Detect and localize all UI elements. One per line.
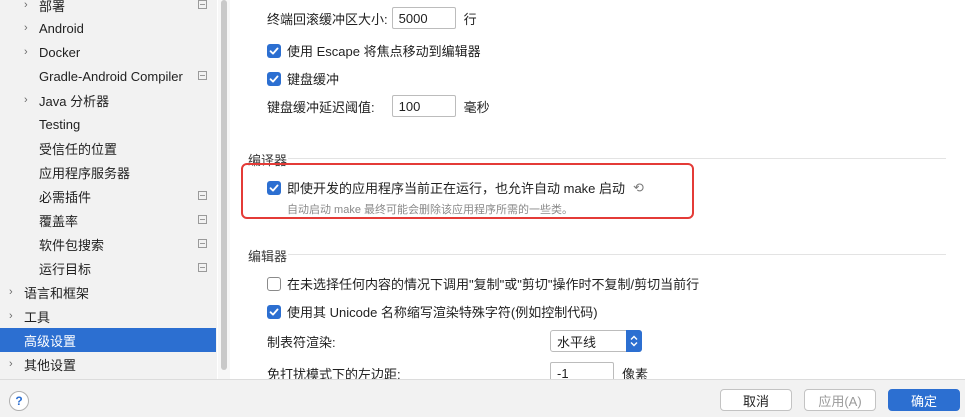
keyboard-buffer-label: 键盘缓冲: [287, 72, 340, 87]
ok-button[interactable]: 确定: [888, 389, 960, 411]
chevron-right-icon[interactable]: ›: [9, 359, 19, 370]
copy-cut-label: 在未选择任何内容的情况下调用"复制"或"剪切"操作时不复制/剪切当前行: [287, 277, 700, 292]
tab-render-row: 制表符渲染: 水平线: [267, 330, 642, 352]
sidebar-item-label: Android: [39, 20, 84, 36]
keyboard-buffer-checkbox[interactable]: [267, 71, 281, 86]
checkmark-icon: [269, 47, 279, 54]
distraction-free-unit: 像素: [622, 366, 649, 380]
section-divider: [288, 158, 946, 159]
project-settings-icon: [198, 71, 207, 80]
terminal-scroll-buffer-label: 终端回滚缓冲区大小:: [267, 11, 388, 27]
project-settings-icon: [198, 215, 207, 224]
sidebar-item-label: Testing: [39, 116, 81, 132]
keyboard-delay-unit: 毫秒: [463, 99, 490, 115]
sidebar-item-docker[interactable]: › Docker: [0, 40, 216, 64]
sidebar-item-label: 部署: [39, 0, 66, 14]
sidebar-item-label: 高级设置: [24, 333, 77, 349]
sidebar-item-coverage[interactable]: 覆盖率: [0, 208, 216, 232]
distraction-free-row: 免打扰模式下的左边距: 像素: [267, 362, 648, 379]
sidebar-item-label: 其他设置: [24, 357, 77, 373]
help-icon[interactable]: ?: [9, 391, 29, 411]
sidebar-item-label: 软件包搜索: [39, 237, 105, 253]
sidebar-item-other-settings[interactable]: › 其他设置: [0, 352, 216, 376]
sidebar-item-java-profiler[interactable]: › Java 分析器: [0, 88, 216, 112]
section-divider: [288, 254, 946, 255]
distraction-free-label: 免打扰模式下的左边距:: [267, 366, 401, 380]
editor-section-title: 编辑器: [248, 249, 288, 264]
terminal-scroll-buffer-unit: 行: [463, 11, 477, 27]
distraction-free-input[interactable]: [550, 362, 614, 379]
sidebar-item-label: 受信任的位置: [39, 141, 118, 157]
terminal-scroll-buffer-input[interactable]: [391, 7, 456, 29]
sidebar-item-label: 必需插件: [39, 189, 92, 205]
unicode-row[interactable]: 使用其 Unicode 名称缩写渲染特殊字符(例如控制代码): [267, 302, 598, 321]
escape-focus-row[interactable]: 使用 Escape 将焦点移动到编辑器: [267, 41, 481, 60]
tab-render-value: 水平线: [557, 334, 597, 350]
apply-button[interactable]: 应用(A): [804, 389, 876, 411]
select-arrows-icon[interactable]: [626, 330, 642, 352]
escape-focus-checkbox[interactable]: [267, 43, 281, 58]
sidebar-item-label: 工具: [24, 309, 51, 325]
chevron-right-icon[interactable]: ›: [24, 95, 34, 106]
sidebar-item-label: 应用程序服务器: [39, 165, 131, 181]
chevron-right-icon[interactable]: ›: [9, 287, 19, 298]
escape-focus-label: 使用 Escape 将焦点移动到编辑器: [287, 44, 481, 59]
sidebar-item-testing[interactable]: Testing: [0, 112, 216, 136]
chevron-right-icon[interactable]: ›: [9, 311, 19, 322]
sidebar-item-label: Gradle-Android Compiler: [39, 68, 183, 84]
sidebar-scroll-thumb[interactable]: [221, 0, 227, 370]
project-settings-icon: [198, 0, 207, 9]
sidebar-item-required-plugins[interactable]: 必需插件: [0, 184, 216, 208]
tab-render-label: 制表符渲染:: [267, 334, 336, 350]
keyboard-delay-row: 键盘缓冲延迟阈值: 毫秒: [267, 95, 490, 117]
sidebar-item-gradle-android-compiler[interactable]: Gradle-Android Compiler: [0, 64, 216, 88]
checkmark-icon: [269, 308, 279, 315]
sidebar-item-label: 覆盖率: [39, 213, 79, 229]
keyboard-buffer-row[interactable]: 键盘缓冲: [267, 69, 339, 88]
sidebar-item-label: Java 分析器: [39, 93, 110, 109]
sidebar-item-advanced-settings[interactable]: 高级设置: [0, 328, 216, 352]
unicode-checkbox[interactable]: [267, 304, 281, 319]
sidebar-item-app-servers[interactable]: 应用程序服务器: [0, 160, 216, 184]
copy-cut-checkbox[interactable]: [267, 276, 281, 291]
chevron-right-icon[interactable]: ›: [24, 0, 34, 11]
unicode-label: 使用其 Unicode 名称缩写渲染特殊字符(例如控制代码): [287, 305, 598, 320]
settings-sidebar: › 部署 › Android › Docker Gradle-Android C…: [0, 0, 217, 379]
highlight-annotation: [241, 163, 694, 219]
sidebar-item-android[interactable]: › Android: [0, 16, 216, 40]
sidebar-item-tools[interactable]: › 工具: [0, 304, 216, 328]
sidebar-item-languages-frameworks[interactable]: › 语言和框架: [0, 280, 216, 304]
project-settings-icon: [198, 239, 207, 248]
keyboard-delay-label: 键盘缓冲延迟阈值:: [267, 99, 375, 115]
sidebar-item-label: 运行目标: [39, 261, 92, 277]
terminal-scroll-buffer-row: 终端回滚缓冲区大小: 行: [267, 7, 477, 29]
sidebar-item-trusted-locations[interactable]: 受信任的位置: [0, 136, 216, 160]
sidebar-item-deploy[interactable]: › 部署: [0, 0, 216, 17]
dialog-footer: ? 取消 应用(A) 确定: [0, 379, 965, 417]
project-settings-icon: [198, 191, 207, 200]
chevron-right-icon[interactable]: ›: [24, 47, 34, 58]
sidebar-item-run-targets[interactable]: 运行目标: [0, 256, 216, 280]
checkmark-icon: [269, 75, 279, 82]
sidebar-item-package-search[interactable]: 软件包搜索: [0, 232, 216, 256]
cancel-button[interactable]: 取消: [720, 389, 792, 411]
chevron-right-icon[interactable]: ›: [24, 23, 34, 34]
sidebar-item-label: Docker: [39, 44, 81, 60]
copy-cut-row[interactable]: 在未选择任何内容的情况下调用"复制"或"剪切"操作时不复制/剪切当前行: [267, 274, 699, 293]
tab-render-select[interactable]: 水平线: [550, 330, 642, 352]
project-settings-icon: [198, 263, 207, 272]
keyboard-delay-input[interactable]: [391, 95, 456, 117]
sidebar-item-label: 语言和框架: [24, 285, 90, 301]
